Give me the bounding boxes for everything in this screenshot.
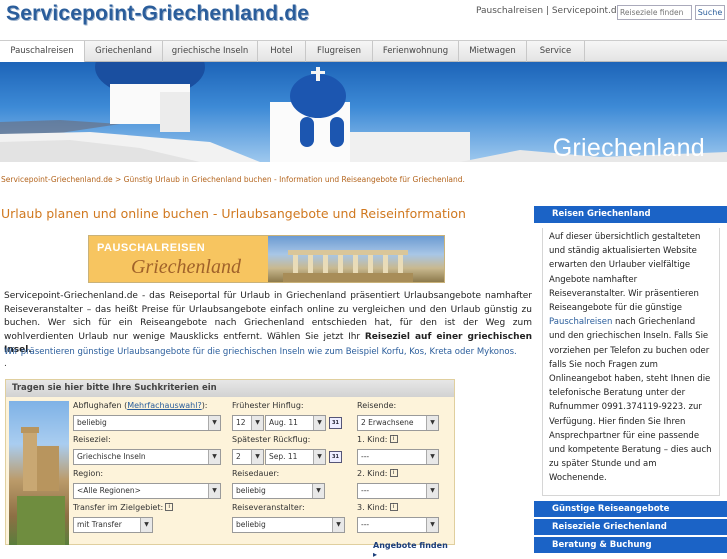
chevron-down-icon: ▼: [140, 518, 152, 532]
label-earliest: Frühester Hinflug:: [232, 401, 304, 410]
island-links[interactable]: Korfu, Kos, Kreta oder Mykonos.: [382, 347, 517, 357]
latest-day-select[interactable]: 2 ▼: [232, 449, 264, 465]
info-icon[interactable]: i: [389, 469, 398, 477]
chevron-down-icon: ▼: [332, 518, 344, 532]
region-select[interactable]: <Alle Regionen> ▼: [73, 483, 221, 499]
top-link-servicepoint[interactable]: Servicepoint.de: [552, 6, 622, 16]
sidebar-text-before: Auf dieser übersichtlich gestalteten und…: [549, 232, 701, 314]
label-duration: Reisedauer:: [232, 469, 280, 478]
breadcrumb[interactable]: Servicepoint-Griechenland.de > Günstig U…: [1, 175, 465, 184]
earliest-month-select[interactable]: Aug. 11 ▼: [265, 415, 326, 431]
acropolis-image: [268, 236, 444, 282]
earliest-day-select[interactable]: 12 ▼: [232, 415, 264, 431]
label-airport: Abflughafen (Mehrfachauswahl?):: [73, 401, 208, 410]
label-region: Region:: [73, 469, 104, 478]
transfer-select[interactable]: mit Transfer ▼: [73, 517, 153, 533]
castle-icon: [17, 427, 65, 545]
nav-mietwagen[interactable]: Mietwagen: [459, 41, 527, 62]
sidebar-heading[interactable]: Reisen Griechenland: [534, 206, 727, 223]
site-logo[interactable]: Servicepoint-Griechenland.de: [6, 2, 309, 26]
nav-griechische-inseln[interactable]: griechische Inseln: [163, 41, 258, 62]
airport-select[interactable]: beliebig ▼: [73, 415, 221, 431]
promo-banner-pauschalreisen[interactable]: PAUSCHALREISEN Griechenland: [88, 235, 445, 283]
chevron-down-icon: ▼: [426, 518, 438, 532]
label-child3: 3. Kind: i: [357, 503, 398, 512]
label-child1: 1. Kind: i: [357, 435, 398, 444]
label-transfer: Transfer im Zielgebiet: i: [73, 503, 174, 512]
destination-select[interactable]: Griechische Inseln ▼: [73, 449, 221, 465]
chevron-down-icon: ▼: [426, 484, 438, 498]
child1-select[interactable]: --- ▼: [357, 449, 439, 465]
info-icon[interactable]: i: [165, 503, 174, 511]
child2-select[interactable]: --- ▼: [357, 483, 439, 499]
search-button[interactable]: Suche: [695, 5, 725, 20]
duration-select[interactable]: beliebig ▼: [232, 483, 325, 499]
chevron-down-icon: ▼: [426, 416, 438, 430]
calendar-icon[interactable]: 31: [329, 417, 342, 429]
sidebar-text-after: nach Griechenland und den griechischen I…: [549, 317, 712, 484]
label-child2: 2. Kind: i: [357, 469, 398, 478]
promo-line1: PAUSCHALREISEN: [97, 242, 206, 254]
chevron-down-icon: ▼: [312, 484, 324, 498]
intro-line2: Wir präsentieren günstige Urlaubsangebot…: [4, 347, 379, 357]
sidebar-link-pauschalreisen[interactable]: Pauschalreisen: [549, 317, 612, 327]
label-latest: Spätester Rückflug:: [232, 435, 311, 444]
chevron-down-icon: ▼: [208, 484, 220, 498]
latest-month-select[interactable]: Sep. 11 ▼: [265, 449, 326, 465]
nav-service[interactable]: Service: [527, 41, 585, 62]
promo-line2: Griechenland: [131, 256, 241, 278]
child3-select[interactable]: --- ▼: [357, 517, 439, 533]
sidebar-item-guenstige-reiseangebote[interactable]: Günstige Reiseangebote: [534, 500, 727, 517]
intro-islands: Wir präsentieren günstige Urlaubsangebot…: [4, 346, 532, 358]
top-links: Pauschalreisen | Servicepoint.de |: [476, 6, 628, 16]
top-link-pauschalreisen[interactable]: Pauschalreisen: [476, 6, 543, 16]
chevron-down-icon: ▼: [208, 416, 220, 430]
sidebar-item-reiseziele-griechenland[interactable]: Reiseziele Griechenland: [534, 518, 727, 535]
page-title: Urlaub planen und online buchen - Urlaub…: [1, 206, 466, 221]
search-input[interactable]: [617, 5, 692, 20]
nav-flugreisen[interactable]: Flugreisen: [306, 41, 373, 62]
search-form: Tragen sie hier bitte Ihre Suchkriterien…: [5, 379, 455, 559]
dot: .: [4, 359, 7, 369]
nav-ferienwohnung[interactable]: Ferienwohnung: [373, 41, 459, 62]
label-operator: Reiseveranstalter:: [232, 503, 305, 512]
header: Servicepoint-Griechenland.de Pauschalrei…: [0, 0, 727, 40]
sidebar-text: Auf dieser übersichtlich gestalteten und…: [542, 228, 720, 496]
info-icon[interactable]: i: [389, 503, 398, 511]
multi-select-link[interactable]: Mehrfachauswahl?: [127, 401, 202, 410]
info-icon[interactable]: i: [389, 435, 398, 443]
temple-icon: [283, 250, 413, 282]
nav-pauschalreisen[interactable]: Pauschalreisen: [0, 41, 85, 62]
chevron-down-icon: ▼: [313, 450, 325, 464]
label-travelers: Reisende:: [357, 401, 397, 410]
operator-select[interactable]: beliebig ▼: [232, 517, 345, 533]
chevron-down-icon: ▼: [251, 450, 263, 464]
chevron-down-icon: ▼: [313, 416, 325, 430]
banner-title: Griechenland: [552, 134, 705, 162]
find-offers-button[interactable]: Angebote finden ▸: [373, 541, 454, 559]
label-destination: Reiseziel:: [73, 435, 111, 444]
nav-hotel[interactable]: Hotel: [258, 41, 306, 62]
chevron-down-icon: ▼: [251, 416, 263, 430]
nav-griechenland[interactable]: Griechenland: [85, 41, 163, 62]
castle-photo: [9, 401, 69, 545]
hero-banner: Griechenland: [0, 62, 727, 162]
chevron-down-icon: ▼: [208, 450, 220, 464]
main-nav: Pauschalreisen Griechenland griechische …: [0, 40, 727, 62]
travelers-select[interactable]: 2 Erwachsene ▼: [357, 415, 439, 431]
chevron-down-icon: ▼: [426, 450, 438, 464]
calendar-icon[interactable]: 31: [329, 451, 342, 463]
search-form-title: Tragen sie hier bitte Ihre Suchkriterien…: [6, 380, 454, 397]
